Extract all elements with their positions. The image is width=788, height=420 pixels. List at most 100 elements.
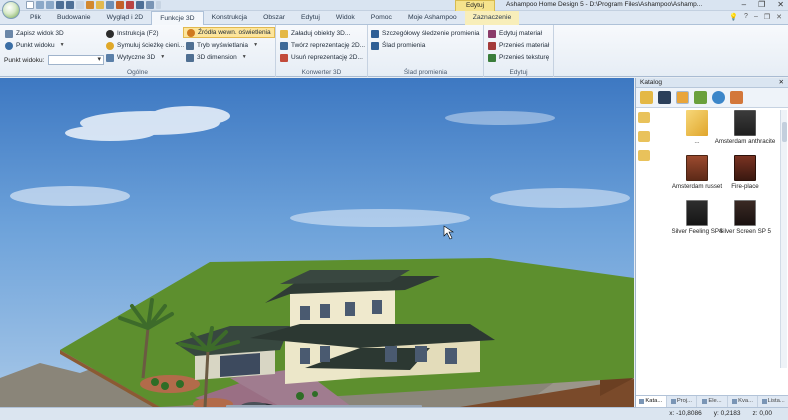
catalog-header: Katalog ✕: [636, 78, 788, 88]
measure-icon[interactable]: [116, 1, 124, 9]
ribbon-close-icon[interactable]: ✕: [776, 13, 782, 21]
context-tab-edit[interactable]: Edytuj: [455, 0, 495, 11]
clouds: [10, 106, 630, 227]
chevron-down-icon: ▼: [59, 42, 65, 48]
tab-edytuj[interactable]: Edytuj: [293, 11, 328, 25]
create-2d-representation-button[interactable]: Twórz reprezentację 2D...: [280, 40, 365, 51]
select-icon[interactable]: [96, 1, 104, 9]
remove-2d-representation-button[interactable]: Usuń reprezentację 2D...: [280, 52, 363, 63]
dimension-3d-button[interactable]: 3D dimension ▼: [186, 52, 247, 63]
bottom-tab-list[interactable]: Lista...: [758, 396, 788, 407]
catalog-folder-1-icon[interactable]: [638, 112, 650, 123]
chevron-down-icon: ▼: [160, 54, 166, 60]
wall-icon[interactable]: [86, 1, 94, 9]
tab-obszar[interactable]: Obszar: [255, 11, 293, 25]
undo-icon[interactable]: [36, 1, 44, 9]
tab-plik[interactable]: Plik: [22, 11, 49, 25]
catalog-folder-3-icon[interactable]: [638, 150, 650, 161]
redo-icon[interactable]: [46, 1, 54, 9]
bottom-tab-kva[interactable]: Kva...: [728, 396, 759, 407]
3d-viewport[interactable]: [0, 78, 634, 407]
edit-material-button[interactable]: Edytuj materiał: [488, 28, 542, 39]
title-bar: Edytuj Ashampoo Home Design 5 - D:\Progr…: [0, 0, 788, 19]
detailed-ray-tracing-button[interactable]: Szczegółowy śledzenie promienia: [371, 28, 480, 39]
app-menu-orb-icon[interactable]: [2, 1, 20, 19]
tabrow-right-tools: 💡 ? – ❐ ✕: [729, 13, 782, 21]
view-2d-icon[interactable]: [56, 1, 64, 9]
group-ray-trace: Szczegółowy śledzenie promienia Ślad pro…: [368, 25, 484, 77]
group-general: Zapisz widok 3D Punkt widoku ▼ Punkt wid…: [0, 25, 276, 77]
tab-moje-ashampoo[interactable]: Moje Ashampoo: [400, 11, 465, 25]
transfer-material-button[interactable]: Przenieś materiał: [488, 40, 549, 51]
catalog-scrollbar[interactable]: [780, 110, 787, 368]
grid-icon[interactable]: [76, 1, 84, 9]
paint-icon[interactable]: [126, 1, 134, 9]
garage-door: [220, 353, 260, 377]
guides-3d-button[interactable]: Wytyczne 3D ▼: [106, 52, 165, 63]
instruction-button[interactable]: Instrukcja (F2): [106, 28, 159, 39]
bottom-tab-catalog[interactable]: Kata...: [636, 396, 667, 407]
catalog-tree-icon[interactable]: [694, 91, 707, 104]
new-file-icon[interactable]: [26, 1, 34, 9]
catalog-folder-2-icon[interactable]: [638, 131, 650, 142]
transfer-texture-button[interactable]: Przenieś teksturę: [488, 52, 549, 63]
guides-icon: [106, 53, 114, 62]
minimize-button[interactable]: –: [742, 0, 746, 10]
catalog-box-icon[interactable]: [730, 91, 743, 104]
help-icon[interactable]: ?: [744, 13, 748, 21]
viewpoint-button[interactable]: Punkt widoku ▼: [5, 40, 65, 51]
mouse-cursor-icon: [443, 225, 454, 240]
catalog-item-amsterdam-anthracite[interactable]: Amsterdam anthracite: [714, 110, 776, 145]
ribbon-minimize-icon[interactable]: –: [754, 13, 758, 21]
group-converter-3d: Załaduj obiekty 3D... Twórz reprezentacj…: [276, 25, 368, 77]
window-controls: – ❐ ✕: [742, 0, 784, 10]
tab-konstrukcja[interactable]: Konstrukcja: [204, 11, 256, 25]
dimension-icon: [186, 53, 194, 62]
tab-funkcje-3d[interactable]: Funkcje 3D: [151, 11, 204, 26]
bottom-tab-project[interactable]: Proj...: [667, 396, 698, 407]
ribbon-tab-row: Plik Budowanie Wygląd i 2D Funkcje 3D Ko…: [0, 11, 788, 26]
tab-pomoc[interactable]: Pomoc: [363, 11, 400, 25]
tab-budowanie[interactable]: Budowanie: [49, 11, 99, 25]
load-3d-objects-button[interactable]: Załaduj obiekty 3D...: [280, 28, 350, 39]
ribbon-restore-icon[interactable]: ❐: [764, 13, 770, 21]
window-title: Ashampoo Home Design 5 - D:\Program File…: [506, 1, 703, 8]
light-sources-button[interactable]: Źródła wewn. oświetlenia: [183, 27, 275, 38]
rotate-icon[interactable]: [106, 1, 114, 9]
maximize-button[interactable]: ❐: [758, 0, 765, 10]
catalog-upload-icon[interactable]: [676, 91, 689, 104]
elements-tab-icon: [702, 399, 708, 404]
ray-trace-button[interactable]: Ślad promienia: [371, 40, 425, 51]
catalog-pin-icon[interactable]: ✕: [779, 78, 784, 87]
bottom-tab-elements[interactable]: Ele...: [697, 396, 728, 407]
tab-widok[interactable]: Widok: [328, 11, 363, 25]
close-button[interactable]: ✕: [777, 0, 784, 10]
edit-material-icon: [488, 29, 496, 38]
catalog-globe-icon[interactable]: [712, 91, 725, 104]
ribbon: Zapisz widok 3D Punkt widoku ▼ Punkt wid…: [0, 25, 788, 77]
simulate-shadow-path-button[interactable]: Symuluj ścieżkę cieni...: [106, 40, 184, 51]
viewpoint-select[interactable]: [48, 55, 104, 65]
display-mode-button[interactable]: Tryb wyświetlania ▼: [186, 40, 258, 51]
tools-icon[interactable]: [136, 1, 144, 9]
save-view-3d-button[interactable]: Zapisz widok 3D: [5, 28, 64, 39]
tab-wyglad-2d[interactable]: Wygląd i 2D: [99, 11, 152, 25]
view-3d-icon[interactable]: [66, 1, 74, 9]
catalog-item-fire-place[interactable]: Fire-place: [714, 155, 776, 190]
ray-detail-icon: [371, 29, 379, 38]
flower-bed-left: [140, 375, 200, 393]
coord-y: y: 0,2183: [713, 410, 741, 417]
kva-tab-icon: [732, 399, 738, 404]
camera-icon[interactable]: [146, 1, 154, 9]
chevron-down-icon: ▼: [253, 42, 259, 48]
catalog-item-silver-screen[interactable]: Silver Screen SP 5: [714, 200, 776, 235]
qat-dropdown-icon[interactable]: [156, 1, 161, 9]
list-tab-icon: [761, 399, 767, 404]
catalog-door-icon[interactable]: [658, 91, 671, 104]
coord-z: z: 0,00: [752, 410, 772, 417]
tab-zaznaczenie[interactable]: Zaznaczenie: [464, 11, 520, 25]
catalog-folder-icon[interactable]: [640, 91, 653, 104]
transfer-texture-icon: [488, 53, 496, 62]
lightbulb-icon[interactable]: 💡: [729, 13, 738, 21]
silver-screen-stove-icon: [734, 200, 756, 226]
